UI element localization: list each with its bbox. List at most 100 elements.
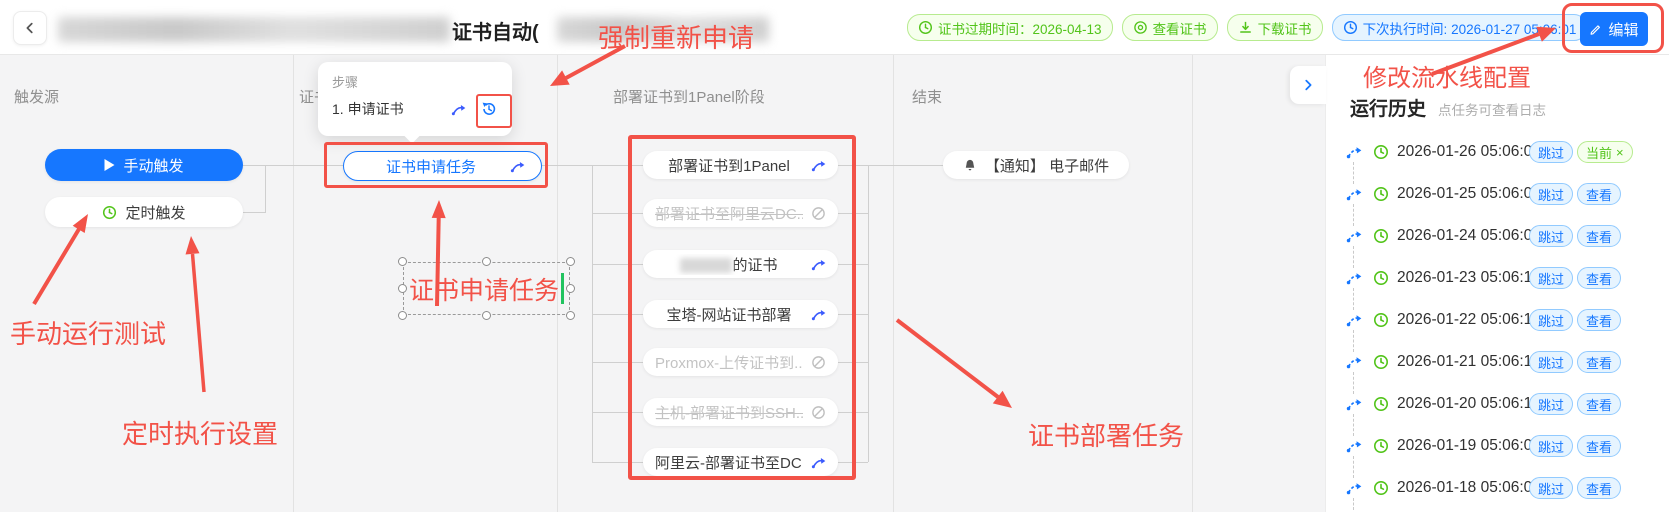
annotation-cert-apply-task: 证书申请任务 xyxy=(409,271,559,307)
chevron-left-icon xyxy=(23,21,37,35)
connector-line xyxy=(838,412,868,413)
current-run-badge[interactable]: 当前× xyxy=(1577,141,1633,163)
view-run-button[interactable]: 查看 xyxy=(1577,435,1621,457)
connector-line xyxy=(838,213,868,214)
skip-branch-icon xyxy=(1346,397,1362,411)
deploy-node-1panel[interactable]: 部署证书到1Panel xyxy=(643,151,838,179)
jump-icon xyxy=(811,258,826,271)
deploy-node-baota[interactable]: 宝塔-网站证书部署 xyxy=(643,300,838,328)
connector-line xyxy=(838,462,868,463)
view-run-button[interactable]: 查看 xyxy=(1577,225,1621,247)
skip-branch-icon xyxy=(1346,187,1362,201)
run-row[interactable]: 2026-01-18 05:06:06 跳过 查看 xyxy=(1326,467,1669,509)
skip-branch-icon xyxy=(1346,145,1362,159)
connector-line xyxy=(243,212,265,213)
connector-line xyxy=(838,362,868,363)
cert-expiry-badge: 证书过期时间：2026-04-13 xyxy=(907,14,1113,41)
retry-history-icon[interactable] xyxy=(480,100,498,118)
run-date: 2026-01-21 05:06:11 xyxy=(1397,353,1540,371)
clock-icon xyxy=(102,205,117,220)
resize-handle[interactable] xyxy=(482,257,491,266)
column-header-trigger: 触发源 xyxy=(14,86,59,107)
connector-line xyxy=(243,165,265,166)
back-button[interactable] xyxy=(13,11,47,45)
eye-icon xyxy=(1133,20,1148,35)
download-cert-button[interactable]: 下载证书 xyxy=(1227,14,1323,41)
edit-button[interactable]: 编辑 xyxy=(1580,12,1648,46)
step-popup-title: 步骤 xyxy=(332,72,498,91)
deploy-node-aliyun-dc[interactable]: 阿里云-部署证书至DC... xyxy=(643,448,838,476)
skip-branch-icon xyxy=(1346,481,1362,495)
run-row[interactable]: 2026-01-22 05:06:15 跳过 查看 xyxy=(1326,299,1669,341)
column-header-deploy: 部署证书到1Panel阶段 xyxy=(613,86,765,107)
clock-icon xyxy=(1373,312,1389,328)
view-run-button[interactable]: 查看 xyxy=(1577,183,1621,205)
step-popup: 步骤 1. 申请证书 xyxy=(318,62,512,136)
run-connector xyxy=(1353,498,1354,510)
run-row[interactable]: 2026-01-26 05:06:06 跳过 当前× xyxy=(1326,131,1669,173)
annotation-cert-deploy-task: 证书部署任务 xyxy=(1028,416,1184,453)
resize-handle[interactable] xyxy=(398,284,407,293)
deploy-node-label: 主机-部署证书到SSH... xyxy=(655,402,803,423)
run-row[interactable]: 2026-01-20 05:06:10 跳过 查看 xyxy=(1326,383,1669,425)
deploy-node-label: 宝塔-网站证书部署 xyxy=(655,304,803,325)
skip-branch-icon xyxy=(1346,439,1362,453)
clock-icon xyxy=(1373,144,1389,160)
deploy-node-ssh-disabled[interactable]: 主机-部署证书到SSH... xyxy=(643,398,838,426)
timer-trigger-node[interactable]: 定时触发 xyxy=(45,197,243,227)
run-date: 2026-01-18 05:06:06 xyxy=(1397,479,1541,497)
connector-line xyxy=(592,362,643,363)
deploy-node-proxmox-disabled[interactable]: Proxmox-上传证书到... xyxy=(643,348,838,376)
cert-apply-node[interactable]: 证书申请任务 xyxy=(343,151,542,181)
run-row[interactable]: 2026-01-19 05:06:09 跳过 查看 xyxy=(1326,425,1669,467)
run-row[interactable]: 2026-01-24 05:06:04 跳过 查看 xyxy=(1326,215,1669,257)
clock-icon xyxy=(918,20,933,35)
connector-line xyxy=(265,165,266,213)
notify-email-node[interactable]: 【通知】 电子邮件 xyxy=(943,151,1129,179)
jump-icon[interactable] xyxy=(451,103,466,116)
status-badge-skipped: 跳过 xyxy=(1529,477,1573,499)
run-history-panel: 运行历史 点任务可查看日志 2026-01-26 05:06:06 跳过 当前×… xyxy=(1325,55,1669,512)
skip-branch-icon xyxy=(1346,229,1362,243)
resize-handle[interactable] xyxy=(482,311,491,320)
status-badge-skipped: 跳过 xyxy=(1529,267,1573,289)
annotation-modify-pipeline: 修改流水线配置 xyxy=(1363,58,1531,93)
connector-line xyxy=(838,264,868,265)
manual-trigger-node[interactable]: 手动触发 xyxy=(45,149,243,181)
resize-handle[interactable] xyxy=(566,284,575,293)
close-icon[interactable]: × xyxy=(1616,145,1624,160)
view-run-button[interactable]: 查看 xyxy=(1577,477,1621,499)
run-row[interactable]: 2026-01-21 05:06:11 跳过 查看 xyxy=(1326,341,1669,383)
clock-icon xyxy=(1373,438,1389,454)
chevron-right-icon xyxy=(1301,78,1315,92)
deploy-node-aliyun-dc-disabled[interactable]: 部署证书至阿里云DC... xyxy=(643,199,838,227)
collapse-panel-tab[interactable] xyxy=(1290,66,1326,104)
skip-branch-icon xyxy=(1346,271,1362,285)
view-run-button[interactable]: 查看 xyxy=(1577,309,1621,331)
resize-handle[interactable] xyxy=(566,311,575,320)
resize-handle[interactable] xyxy=(398,311,407,320)
view-run-button[interactable]: 查看 xyxy=(1577,351,1621,373)
clock-icon xyxy=(1343,20,1358,35)
resize-handle[interactable] xyxy=(566,257,575,266)
certificate-automation-page: 证书自动( 证书过期时间：2026-04-13 查看证书 下载证书 下次执行时间… xyxy=(0,0,1669,512)
run-row[interactable]: 2026-01-25 05:06:05 跳过 查看 xyxy=(1326,173,1669,215)
deploy-node-redacted-cert[interactable]: 的证书 xyxy=(643,250,838,278)
annotation-edit-textbox[interactable]: 证书申请任务 xyxy=(403,262,570,315)
page-title: 证书自动( xyxy=(452,16,539,45)
status-badge-skipped: 跳过 xyxy=(1529,435,1573,457)
jump-icon xyxy=(510,160,525,173)
view-cert-button[interactable]: 查看证书 xyxy=(1122,14,1218,41)
column-divider xyxy=(893,55,894,512)
notify-email-label: 【通知】 电子邮件 xyxy=(985,155,1109,176)
view-run-button[interactable]: 查看 xyxy=(1577,267,1621,289)
block-icon xyxy=(811,206,826,221)
resize-handle[interactable] xyxy=(398,257,407,266)
block-icon xyxy=(811,405,826,420)
run-list: 2026-01-26 05:06:06 跳过 当前× 2026-01-25 05… xyxy=(1326,131,1669,509)
clock-icon xyxy=(1373,480,1389,496)
next-run-badge: 下次执行时间: 2026-01-27 05:06:01 xyxy=(1332,14,1588,41)
run-row[interactable]: 2026-01-23 05:06:12 跳过 查看 xyxy=(1326,257,1669,299)
connector-line xyxy=(592,213,643,214)
view-run-button[interactable]: 查看 xyxy=(1577,393,1621,415)
